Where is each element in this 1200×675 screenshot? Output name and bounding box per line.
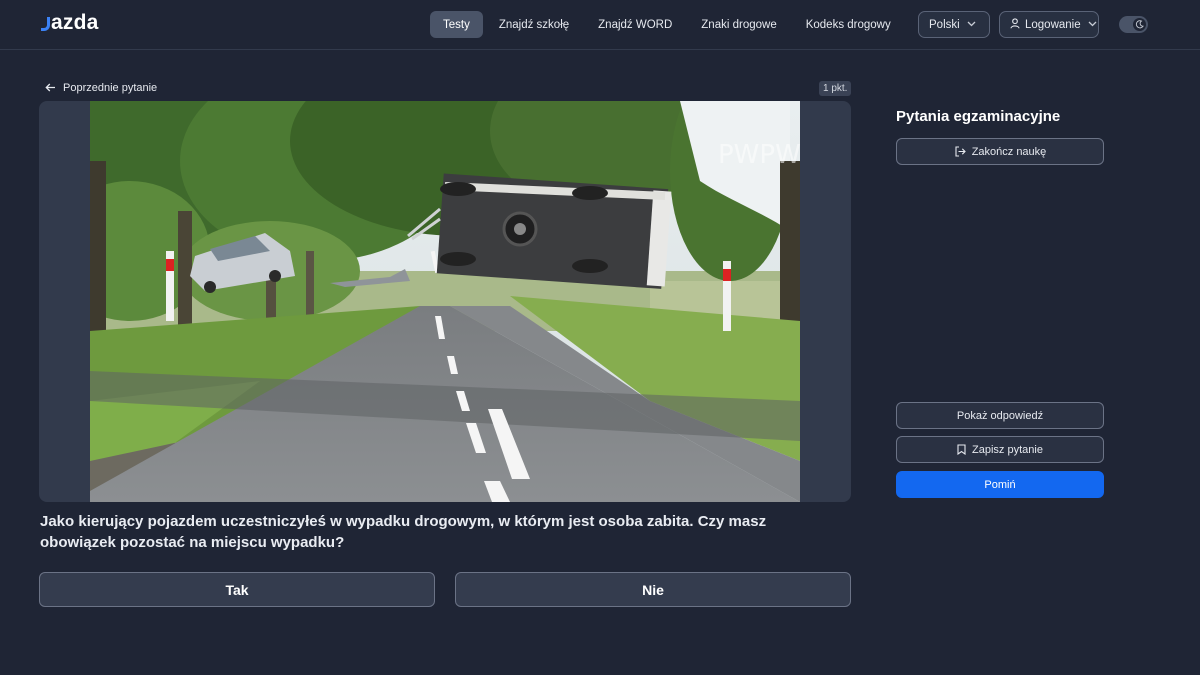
login-button[interactable]: Logowanie: [999, 11, 1099, 38]
question-media-frame: PWPW: [39, 101, 851, 502]
accident-photo: PWPW: [90, 101, 800, 502]
show-answer-button[interactable]: Pokaż odpowiedź: [896, 402, 1104, 429]
nav-item-testy[interactable]: Testy: [430, 11, 483, 38]
logo-text: azda: [51, 11, 99, 34]
save-question-label: Zapisz pytanie: [972, 443, 1043, 456]
skip-label: Pomiń: [984, 478, 1016, 491]
theme-toggle[interactable]: [1119, 16, 1148, 33]
moon-icon: [1133, 18, 1146, 31]
nav-item-find-word[interactable]: Znajdź WORD: [585, 11, 685, 38]
photo-watermark: PWPW: [718, 140, 800, 170]
previous-question-link[interactable]: Poprzednie pytanie: [45, 81, 157, 95]
answer-no-button[interactable]: Nie: [455, 572, 851, 607]
bookmark-icon: [957, 444, 966, 455]
logo-mark-icon: [41, 17, 50, 31]
question-text: Jako kierujący pojazdem uczestniczyłeś w…: [40, 513, 767, 551]
arrow-left-icon: [45, 81, 56, 95]
previous-question-label: Poprzednie pytanie: [63, 82, 158, 94]
skip-button[interactable]: Pomiń: [896, 471, 1104, 498]
sidebar-title: Pytania egzaminacyjne: [896, 108, 1061, 125]
login-label: Logowanie: [1025, 18, 1081, 31]
answer-yes-button[interactable]: Tak: [39, 572, 435, 607]
language-select[interactable]: Polski: [918, 11, 990, 38]
nav-item-find-school[interactable]: Znajdź szkołę: [486, 11, 582, 38]
finish-learning-button[interactable]: Zakończ naukę: [896, 138, 1104, 165]
show-answer-label: Pokaż odpowiedź: [956, 409, 1044, 422]
nav-item-road-signs[interactable]: Znaki drogowe: [688, 11, 789, 38]
chevron-down-icon: [1088, 19, 1097, 30]
points-badge: 1 pkt.: [819, 81, 852, 96]
logout-icon: [954, 146, 966, 157]
finish-learning-label: Zakończ naukę: [971, 145, 1047, 158]
nav-item-road-code[interactable]: Kodeks drogowy: [793, 11, 904, 38]
user-icon: [1010, 17, 1020, 32]
main-nav: Testy Znajdź szkołę Znajdź WORD Znaki dr…: [430, 11, 959, 38]
chevron-down-icon: [967, 19, 976, 30]
accident-scene-illustration: PWPW: [90, 101, 800, 502]
logo[interactable]: azda: [41, 11, 99, 35]
language-label: Polski: [929, 18, 960, 31]
save-question-button[interactable]: Zapisz pytanie: [896, 436, 1104, 463]
top-navbar: azda Testy Znajdź szkołę Znajdź WORD Zna…: [0, 0, 1200, 50]
